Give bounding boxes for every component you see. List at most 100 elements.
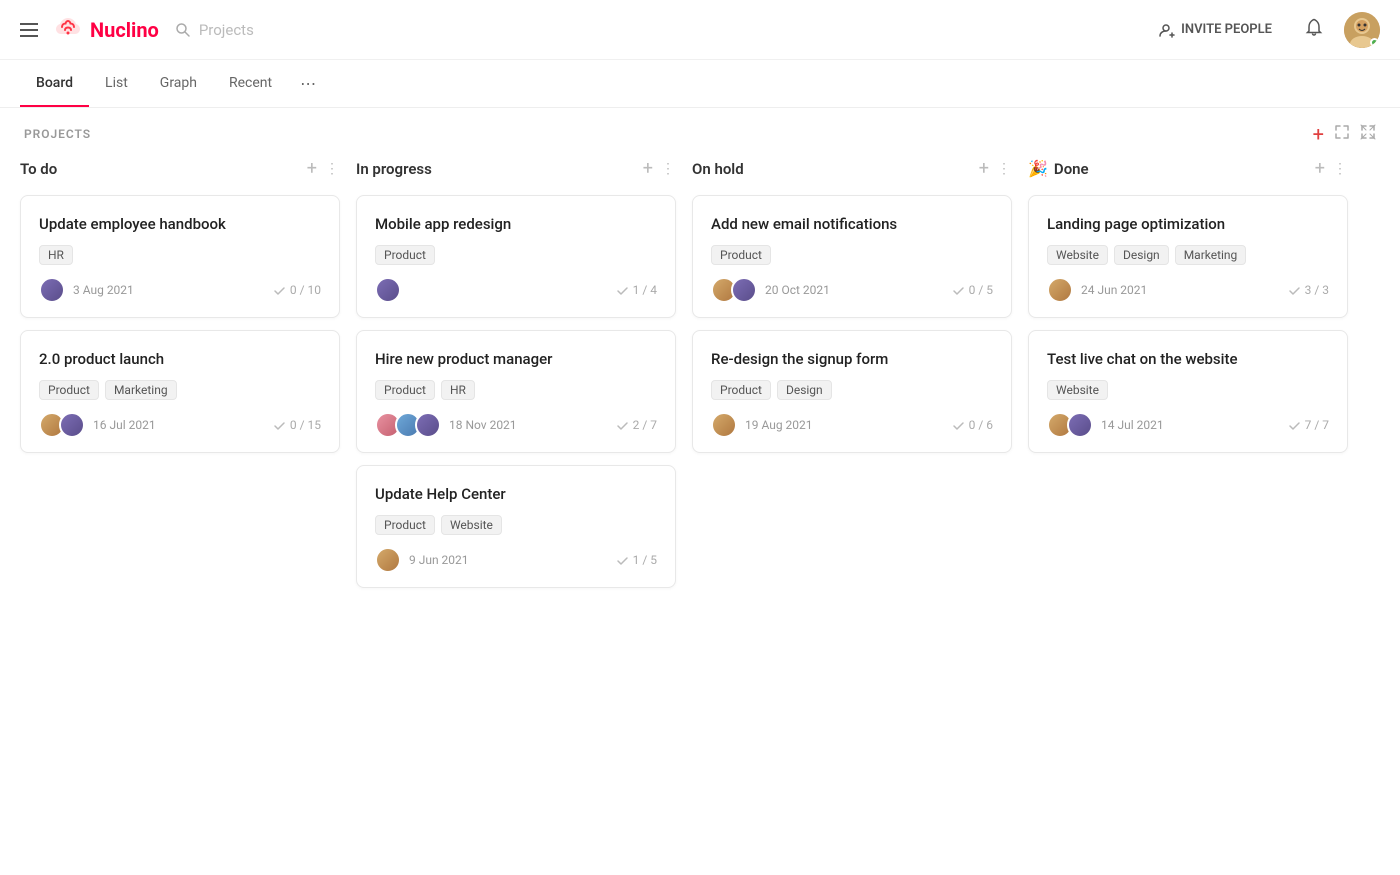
card-redesign-signup[interactable]: Re-design the signup form Product Design… — [692, 330, 1012, 453]
column-todo-header: To do + ⋮ — [20, 154, 340, 183]
tag: Design — [1114, 245, 1169, 265]
board-actions: + — [1313, 124, 1376, 144]
tabs-more-button[interactable]: ⋯ — [292, 60, 324, 107]
column-inprogress-more[interactable]: ⋮ — [661, 161, 676, 177]
tag: Website — [441, 515, 502, 535]
card-date: 16 Jul 2021 — [93, 418, 156, 432]
card-title: Add new email notifications — [711, 214, 993, 235]
add-board-button[interactable]: + — [1313, 124, 1324, 144]
card-tags: Product Marketing — [39, 380, 321, 400]
card-footer: 18 Nov 2021 2 / 7 — [375, 412, 657, 438]
card-avatars — [375, 547, 401, 573]
card-title: Test live chat on the website — [1047, 349, 1329, 370]
card-date: 9 Jun 2021 — [409, 553, 469, 567]
check-icon — [1288, 419, 1301, 432]
card-progress: 0 / 15 — [273, 418, 321, 432]
card-tags: Website — [1047, 380, 1329, 400]
online-indicator — [1370, 38, 1379, 47]
card-date: 3 Aug 2021 — [73, 283, 134, 297]
column-done-more[interactable]: ⋮ — [1333, 161, 1348, 177]
card-email-notifications[interactable]: Add new email notifications Product 20 O… — [692, 195, 1012, 318]
avatar — [415, 412, 441, 438]
card-test-live-chat[interactable]: Test live chat on the website Website 14… — [1028, 330, 1348, 453]
column-todo-more[interactable]: ⋮ — [325, 161, 340, 177]
card-mobile-app-redesign[interactable]: Mobile app redesign Product 1 / 4 — [356, 195, 676, 318]
card-meta: 24 Jun 2021 — [1047, 277, 1147, 303]
tag: Product — [375, 245, 435, 265]
search-area[interactable]: Projects — [175, 21, 254, 39]
progress-value: 2 / 7 — [633, 418, 657, 432]
progress-value: 0 / 6 — [969, 418, 993, 432]
column-onhold-add[interactable]: + — [979, 158, 989, 179]
check-icon — [273, 284, 286, 297]
tag: Product — [375, 515, 435, 535]
card-product-launch[interactable]: 2.0 product launch Product Marketing 16 … — [20, 330, 340, 453]
user-avatar[interactable] — [1344, 12, 1380, 48]
card-meta — [375, 277, 409, 303]
invite-label: INVITE PEOPLE — [1181, 22, 1272, 37]
column-done-add[interactable]: + — [1315, 158, 1325, 179]
tag: Product — [711, 380, 771, 400]
invite-people-button[interactable]: INVITE PEOPLE — [1147, 16, 1284, 44]
card-meta: 20 Oct 2021 — [711, 277, 830, 303]
check-icon — [952, 284, 965, 297]
logo[interactable]: Nuclino — [54, 16, 159, 43]
check-icon — [952, 419, 965, 432]
avatar — [375, 277, 401, 303]
avatar — [1067, 412, 1093, 438]
card-landing-page-optimization[interactable]: Landing page optimization Website Design… — [1028, 195, 1348, 318]
avatar — [711, 412, 737, 438]
progress-value: 0 / 15 — [290, 418, 321, 432]
column-onhold-more[interactable]: ⋮ — [997, 161, 1012, 177]
card-update-employee-handbook[interactable]: Update employee handbook HR 3 Aug 2021 0… — [20, 195, 340, 318]
search-icon — [175, 22, 191, 38]
check-icon — [616, 419, 629, 432]
progress-value: 1 / 4 — [633, 283, 657, 297]
progress-value: 7 / 7 — [1305, 418, 1329, 432]
card-title: Update employee handbook — [39, 214, 321, 235]
avatar — [59, 412, 85, 438]
card-update-help-center[interactable]: Update Help Center Product Website 9 Jun… — [356, 465, 676, 588]
card-footer: 14 Jul 2021 7 / 7 — [1047, 412, 1329, 438]
card-meta: 14 Jul 2021 — [1047, 412, 1164, 438]
progress-value: 0 / 5 — [969, 283, 993, 297]
card-avatars — [1047, 412, 1093, 438]
tab-board[interactable]: Board — [20, 61, 89, 107]
menu-button[interactable] — [20, 23, 38, 37]
logo-icon — [54, 16, 82, 43]
card-date: 20 Oct 2021 — [765, 283, 830, 297]
card-footer: 16 Jul 2021 0 / 15 — [39, 412, 321, 438]
column-done-header: 🎉 Done + ⋮ — [1028, 154, 1348, 183]
card-avatars — [39, 277, 65, 303]
tag: Website — [1047, 380, 1108, 400]
column-todo-title: To do — [20, 160, 307, 178]
tab-recent[interactable]: Recent — [213, 61, 288, 107]
column-inprogress-add[interactable]: + — [643, 158, 653, 179]
tab-graph[interactable]: Graph — [144, 61, 213, 107]
section-label: PROJECTS — [24, 127, 91, 141]
column-todo-add[interactable]: + — [307, 158, 317, 179]
column-onhold-header: On hold + ⋮ — [692, 154, 1012, 183]
card-progress: 2 / 7 — [616, 418, 657, 432]
progress-value: 1 / 5 — [633, 553, 657, 567]
avatar — [39, 277, 65, 303]
progress-value: 0 / 10 — [290, 283, 321, 297]
header-right: INVITE PEOPLE — [1147, 12, 1380, 48]
card-footer: 9 Jun 2021 1 / 5 — [375, 547, 657, 573]
collapse-icon[interactable] — [1360, 124, 1376, 144]
card-hire-product-manager[interactable]: Hire new product manager Product HR 18 N… — [356, 330, 676, 453]
card-tags: Product — [711, 245, 993, 265]
card-meta: 19 Aug 2021 — [711, 412, 813, 438]
card-progress: 1 / 5 — [616, 553, 657, 567]
card-date: 24 Jun 2021 — [1081, 283, 1147, 297]
tag: Product — [375, 380, 435, 400]
card-meta: 18 Nov 2021 — [375, 412, 517, 438]
notifications-button[interactable] — [1304, 17, 1324, 42]
card-progress: 0 / 6 — [952, 418, 993, 432]
expand-icon[interactable] — [1334, 124, 1350, 144]
card-tags: Product — [375, 245, 657, 265]
tag: HR — [39, 245, 73, 265]
tab-list[interactable]: List — [89, 61, 144, 107]
check-icon — [616, 284, 629, 297]
card-title: Landing page optimization — [1047, 214, 1329, 235]
